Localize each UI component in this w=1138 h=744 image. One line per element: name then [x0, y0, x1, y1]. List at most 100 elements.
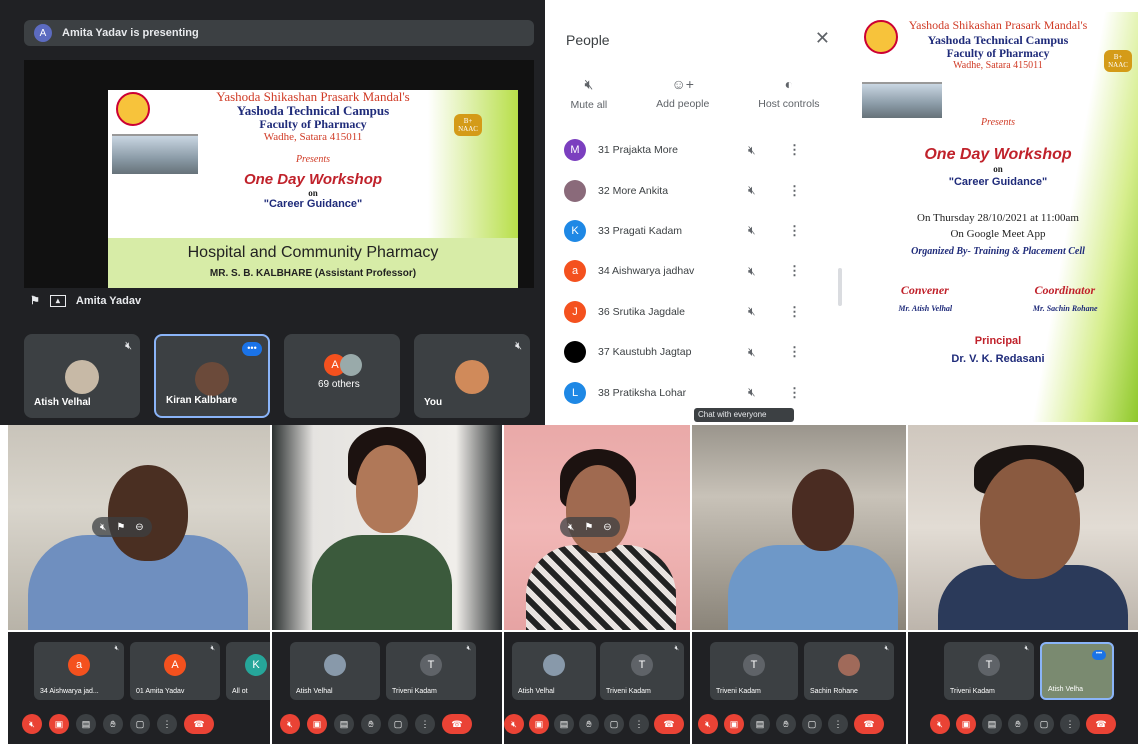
add-people-label: Add people — [656, 98, 710, 110]
thumb-name: 01 Amita Yadav — [136, 688, 185, 695]
participant-name: 33 Pragati Kadam — [598, 224, 683, 237]
camera-off-icon[interactable]: ▣ — [49, 714, 69, 734]
college-logo-icon — [116, 92, 150, 126]
call-controls: 🔇︎ ▣ ▤ ✋︎ ▢ ⋮ ☎︎ — [22, 714, 214, 734]
raise-hand-icon[interactable]: ✋︎ — [1008, 714, 1028, 734]
participant-thumb[interactable]: T Triveni Kadam — [710, 642, 798, 700]
raise-hand-icon[interactable]: ✋︎ — [579, 714, 599, 734]
mic-off-icon[interactable]: 🔇︎ — [748, 304, 788, 319]
pin-icon[interactable]: ⚑ — [30, 294, 40, 307]
mic-off-icon[interactable]: 🔇︎ — [748, 223, 788, 238]
self-tile[interactable]: 🔇︎ You — [414, 334, 530, 418]
participant-row[interactable]: K 33 Pragati Kadam 🔇︎ ⋮ — [546, 211, 844, 251]
captions-icon[interactable]: ▤ — [750, 714, 770, 734]
more-options-icon[interactable]: ⋮ — [788, 385, 801, 401]
more-options-icon[interactable]: ⋮ — [788, 183, 801, 199]
participant-row[interactable]: 37 Kaustubh Jagtap 🔇︎ ⋮ — [546, 332, 844, 372]
pin-icon[interactable]: ⚑ — [116, 522, 125, 533]
more-options-icon[interactable]: ••• — [242, 342, 262, 356]
end-call-icon[interactable]: ☎︎ — [442, 714, 472, 734]
mic-off-icon[interactable]: 🔇︎ — [100, 522, 106, 533]
more-options-icon[interactable]: ⋮ — [1060, 714, 1080, 734]
more-options-icon[interactable]: ⋮ — [788, 263, 801, 279]
camera-off-icon[interactable]: ▣ — [529, 714, 549, 734]
present-icon[interactable]: ▢ — [388, 714, 408, 734]
participant-row[interactable]: L 38 Pratiksha Lohar 🔇︎ ⋮ — [546, 372, 844, 412]
add-people-button[interactable]: ☺+ Add people — [656, 76, 709, 111]
more-options-icon[interactable]: ⋮ — [788, 142, 801, 158]
mic-off-icon[interactable]: 🔇︎ — [22, 714, 42, 734]
more-options-icon[interactable]: ⋮ — [629, 714, 649, 734]
mic-off-icon[interactable]: 🔇︎ — [748, 143, 788, 158]
poster-org: Yashoda Shikashan Prasark Mandal's — [908, 18, 1088, 32]
remove-icon[interactable]: ⊖ — [603, 522, 611, 533]
mic-off-icon[interactable]: 🔇︎ — [748, 183, 788, 198]
participant-thumb[interactable]: 🔇︎ T Triveni Kadam — [600, 642, 684, 700]
end-call-icon[interactable]: ☎︎ — [654, 714, 684, 734]
mic-off-icon[interactable]: 🔇︎ — [748, 385, 788, 400]
participant-thumb[interactable]: Atish Velhal — [512, 642, 596, 700]
participant-thumb[interactable]: 🔇︎ Sachin Rohane — [804, 642, 894, 700]
end-call-icon[interactable]: ☎︎ — [854, 714, 884, 734]
avatar — [564, 341, 586, 364]
host-controls-button[interactable]: ◐ Host controls — [758, 76, 819, 111]
present-icon[interactable]: ▢ — [130, 714, 150, 734]
participant-thumb[interactable]: K All ot — [226, 642, 270, 700]
participant-row[interactable]: M 31 Prajakta More 🔇︎ ⋮ — [546, 130, 844, 170]
mic-off-icon[interactable]: 🔇︎ — [748, 264, 788, 279]
more-options-icon[interactable]: ⋮ — [788, 223, 801, 239]
mic-off-icon[interactable]: 🔇︎ — [280, 714, 300, 734]
participant-thumb[interactable]: Atish Velhal — [290, 642, 380, 700]
present-icon[interactable]: ▢ — [604, 714, 624, 734]
camera-off-icon[interactable]: ▣ — [307, 714, 327, 734]
meet-strip: 🔇︎ T Triveni Kadam ••• Atish Velha 🔇︎ ▣ … — [908, 632, 1138, 744]
participant-thumb[interactable]: 🔇︎ T Triveni Kadam — [386, 642, 476, 700]
participant-thumb[interactable]: 🔇︎ T Triveni Kadam — [944, 642, 1034, 700]
participant-tile[interactable]: 🔇︎ Atish Velhal — [24, 334, 140, 418]
end-call-icon[interactable]: ☎︎ — [1086, 714, 1116, 734]
raise-hand-icon[interactable]: ✋︎ — [103, 714, 123, 734]
camera-off-icon[interactable]: ▣ — [956, 714, 976, 734]
end-call-icon[interactable]: ☎︎ — [184, 714, 214, 734]
captions-icon[interactable]: ▤ — [554, 714, 574, 734]
others-tile[interactable]: A 69 others — [284, 334, 400, 418]
presenter-avatar: A — [34, 24, 52, 42]
participant-thumb-active[interactable]: ••• Atish Velha — [1040, 642, 1114, 700]
captions-icon[interactable]: ▤ — [334, 714, 354, 734]
participant-row[interactable]: J 36 Srutika Jagdale 🔇︎ ⋮ — [546, 292, 844, 332]
video-overlay-controls[interactable]: 🔇︎ ⚑ ⊖ — [92, 517, 152, 537]
more-options-icon[interactable]: ⋮ — [415, 714, 435, 734]
scrollbar[interactable] — [838, 268, 842, 306]
video-overlay-controls[interactable]: 🔇︎ ⚑ ⊖ — [560, 517, 620, 537]
close-icon[interactable]: ✕ — [815, 28, 830, 49]
participant-row[interactable]: a 34 Aishwarya jadhav 🔇︎ ⋮ — [546, 251, 844, 291]
mic-off-icon[interactable]: 🔇︎ — [748, 345, 788, 360]
participant-thumb[interactable]: 🔇︎ A 01 Amita Yadav — [130, 642, 220, 700]
captions-icon[interactable]: ▤ — [76, 714, 96, 734]
more-options-icon[interactable]: ⋮ — [828, 714, 848, 734]
present-icon[interactable]: ▢ — [802, 714, 822, 734]
mic-off-icon[interactable]: 🔇︎ — [504, 714, 524, 734]
mic-off-icon[interactable]: 🔇︎ — [568, 522, 574, 533]
pin-icon[interactable]: ⚑ — [584, 522, 593, 533]
remove-icon[interactable]: ⊖ — [135, 522, 143, 533]
captions-icon[interactable]: ▤ — [982, 714, 1002, 734]
avatar: T — [743, 654, 765, 676]
camera-off-icon[interactable]: ▣ — [724, 714, 744, 734]
person-head — [980, 459, 1080, 579]
present-screen-icon[interactable]: ▴ — [49, 294, 66, 307]
people-title: People — [566, 32, 610, 48]
more-options-icon[interactable]: ••• — [1092, 650, 1106, 660]
raise-hand-icon[interactable]: ✋︎ — [361, 714, 381, 734]
mic-off-icon[interactable]: 🔇︎ — [930, 714, 950, 734]
mic-off-icon[interactable]: 🔇︎ — [698, 714, 718, 734]
more-options-icon[interactable]: ⋮ — [788, 304, 801, 320]
present-icon[interactable]: ▢ — [1034, 714, 1054, 734]
more-options-icon[interactable]: ⋮ — [157, 714, 177, 734]
more-options-icon[interactable]: ⋮ — [788, 344, 801, 360]
raise-hand-icon[interactable]: ✋︎ — [776, 714, 796, 734]
participant-thumb[interactable]: 🔇︎ a 34 Aishwarya jad... — [34, 642, 124, 700]
participant-row[interactable]: 32 More Ankita 🔇︎ ⋮ — [546, 170, 844, 210]
mute-all-button[interactable]: 🔇︎ Mute all — [570, 76, 607, 111]
participant-tile-active[interactable]: ••• Kiran Kalbhare — [154, 334, 270, 418]
